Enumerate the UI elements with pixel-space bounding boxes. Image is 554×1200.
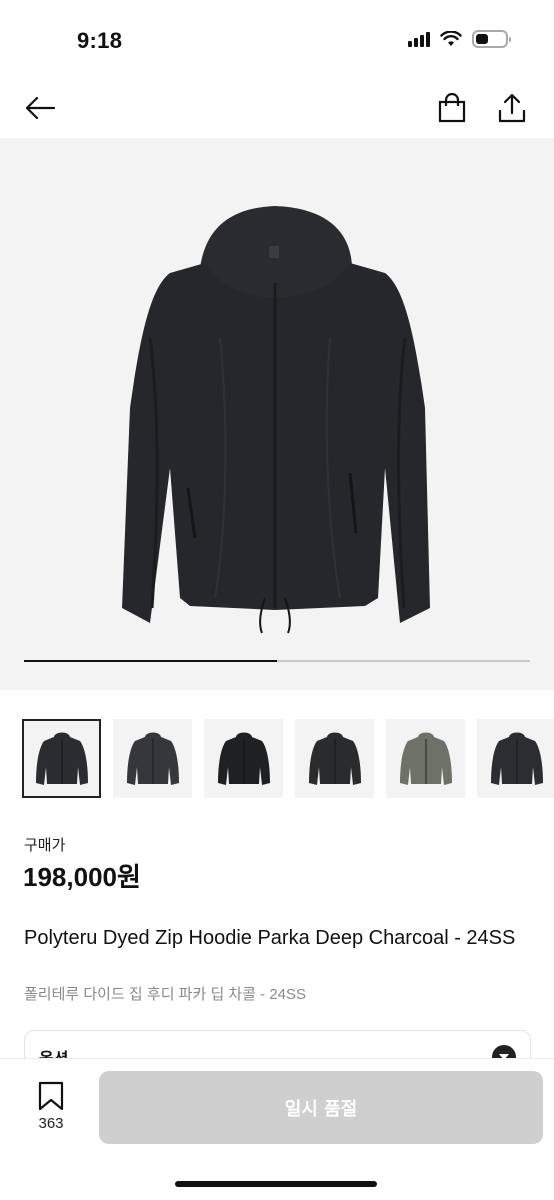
jacket-thumbnail-image — [308, 732, 361, 785]
sold-out-button[interactable]: 일시 품절 — [99, 1071, 543, 1144]
status-icons — [408, 30, 511, 48]
shopping-bag-icon — [438, 93, 466, 123]
share-icon — [498, 93, 526, 123]
top-nav — [0, 80, 554, 136]
bookmark-icon — [38, 1081, 64, 1111]
product-image-carousel[interactable] — [0, 138, 554, 690]
product-subtitle: 폴리테루 다이드 집 후디 파카 딥 차콜 - 24SS — [24, 986, 307, 1003]
status-bar: 9:18 — [0, 0, 554, 80]
thumbnail[interactable] — [386, 719, 465, 798]
carousel-progress-fill — [24, 660, 277, 662]
status-time: 9:18 — [77, 28, 123, 53]
wifi-icon — [440, 31, 462, 46]
share-button[interactable] — [492, 88, 532, 128]
bookmark-button[interactable]: 363 — [30, 1081, 72, 1132]
thumbnail[interactable] — [113, 719, 192, 798]
thumbnail-strip — [22, 719, 554, 799]
home-indicator — [175, 1181, 377, 1187]
bookmark-count: 363 — [38, 1115, 64, 1132]
product-title: Polyteru Dyed Zip Hoodie Parka Deep Char… — [24, 927, 516, 949]
thumbnail[interactable] — [295, 719, 374, 798]
jacket-thumbnail-image — [126, 732, 179, 785]
arrow-left-icon — [25, 96, 56, 120]
back-button[interactable] — [20, 88, 60, 128]
jacket-thumbnail-image — [217, 732, 270, 785]
jacket-thumbnail-image — [399, 732, 452, 785]
price: 198,000원 — [23, 862, 141, 892]
price-label: 구매가 — [24, 837, 66, 854]
thumbnail[interactable] — [22, 719, 101, 798]
thumbnail[interactable] — [477, 719, 554, 798]
bottom-action-bar: 363 일시 품절 — [0, 1058, 554, 1200]
jacket-image — [122, 206, 430, 634]
thumbnail[interactable] — [204, 719, 283, 798]
battery-icon — [472, 30, 511, 48]
shopping-bag-button[interactable] — [432, 88, 472, 128]
carousel-progress — [24, 660, 530, 662]
jacket-thumbnail-image — [490, 732, 543, 785]
cellular-signal-icon — [408, 31, 430, 47]
jacket-thumbnail-image — [35, 732, 88, 785]
